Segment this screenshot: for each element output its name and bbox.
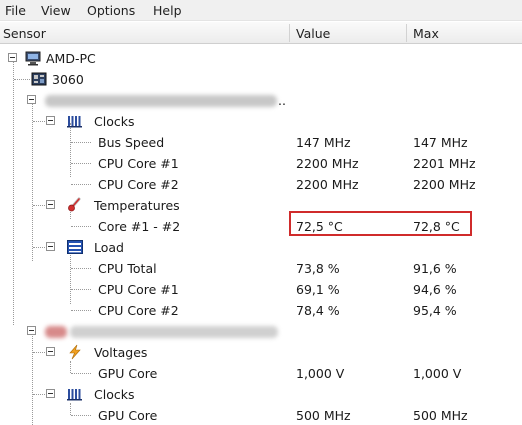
- node-label: Clocks: [94, 114, 135, 129]
- tree-node-gpu-clocks[interactable]: Clocks: [0, 384, 522, 405]
- tree-branch-line: [71, 184, 91, 185]
- column-divider[interactable]: [406, 24, 407, 42]
- node-label: Temperatures: [94, 198, 180, 213]
- temperature-highlight-box: [289, 211, 472, 236]
- sensor-row[interactable]: CPU Core #1 69,1 % 94,6 %: [0, 279, 522, 300]
- column-sensor[interactable]: Sensor: [3, 26, 46, 41]
- sensor-max: 147 MHz: [413, 135, 468, 150]
- tree-branch-line: [33, 205, 45, 206]
- tree-branch-line: [33, 247, 45, 248]
- sensor-row[interactable]: CPU Core #2 2200 MHz 2200 MHz: [0, 174, 522, 195]
- sensor-max: 1,000 V: [413, 366, 462, 381]
- sensor-value: 2200 MHz: [296, 177, 359, 192]
- sensor-value: 2200 MHz: [296, 156, 359, 171]
- tree-branch-line: [33, 121, 45, 122]
- tree-node-voltages[interactable]: Voltages: [0, 342, 522, 363]
- sensor-row[interactable]: CPU Core #2 78,4 % 95,4 %: [0, 300, 522, 321]
- clock-bars-icon: [67, 386, 83, 402]
- lightning-icon: [67, 344, 83, 360]
- sensor-row[interactable]: CPU Core #1 2200 MHz 2201 MHz: [0, 153, 522, 174]
- tree-node-load[interactable]: Load: [0, 237, 522, 258]
- tree-branch-line: [71, 415, 91, 416]
- sensor-row[interactable]: GPU Core 1,000 V 1,000 V: [0, 363, 522, 384]
- tree-branch-line: [71, 163, 91, 164]
- collapse-toggle[interactable]: [27, 95, 36, 104]
- tree-node-cpu-clocks[interactable]: Clocks: [0, 111, 522, 132]
- sensor-label: CPU Core #2: [98, 177, 179, 192]
- sensor-value: 147 MHz: [296, 135, 351, 150]
- sensor-row[interactable]: GPU Core 500 MHz 500 MHz: [0, 405, 522, 425]
- sensor-label: Bus Speed: [98, 135, 165, 150]
- motherboard-icon: [31, 71, 47, 87]
- sensor-max: 91,6 %: [413, 261, 457, 276]
- redacted-icon: [45, 326, 67, 338]
- tree-branch-line: [71, 226, 91, 227]
- node-label: Load: [94, 240, 124, 255]
- column-max[interactable]: Max: [413, 26, 439, 41]
- tree-branch-line: [71, 268, 91, 269]
- tree-branch-line: [33, 352, 45, 353]
- sensor-value: 500 MHz: [296, 408, 351, 423]
- tree-node-gpu[interactable]: [0, 321, 522, 342]
- sensor-max: 2200 MHz: [413, 177, 476, 192]
- sensor-max: 94,6 %: [413, 282, 457, 297]
- sensor-max: 500 MHz: [413, 408, 468, 423]
- load-bars-icon: [67, 239, 83, 255]
- sensor-label: CPU Core #1: [98, 156, 179, 171]
- sensor-max: 95,4 %: [413, 303, 457, 318]
- node-label-suffix: ..: [278, 93, 286, 108]
- sensor-value: 69,1 %: [296, 282, 340, 297]
- tree-node-computer[interactable]: AMD-PC: [0, 48, 522, 69]
- collapse-toggle[interactable]: [46, 116, 55, 125]
- sensor-value: 1,000 V: [296, 366, 345, 381]
- sensor-row[interactable]: CPU Total 73,8 % 91,6 %: [0, 258, 522, 279]
- sensor-label: GPU Core: [98, 366, 158, 381]
- redacted-label: [70, 326, 278, 338]
- menu-options[interactable]: Options: [87, 3, 135, 18]
- tree-branch-line: [71, 373, 91, 374]
- collapse-toggle[interactable]: [27, 326, 36, 335]
- redacted-label: [45, 95, 277, 107]
- sensor-label: CPU Core #2: [98, 303, 179, 318]
- menu-bar: File View Options Help: [0, 0, 522, 21]
- sensor-label: CPU Total: [98, 261, 157, 276]
- collapse-toggle[interactable]: [46, 242, 55, 251]
- sensor-label: Core #1 - #2: [98, 219, 181, 234]
- sensor-value: 73,8 %: [296, 261, 340, 276]
- node-label: Clocks: [94, 387, 135, 402]
- tree-branch-line: [71, 289, 91, 290]
- node-label: Voltages: [94, 345, 148, 360]
- sensor-max: 2201 MHz: [413, 156, 476, 171]
- sensor-label: GPU Core: [98, 408, 158, 423]
- column-divider[interactable]: [289, 24, 290, 42]
- collapse-toggle[interactable]: [46, 389, 55, 398]
- menu-help[interactable]: Help: [153, 3, 182, 18]
- tree-node-cpu[interactable]: ..: [0, 90, 522, 111]
- sensor-row[interactable]: Bus Speed 147 MHz 147 MHz: [0, 132, 522, 153]
- collapse-toggle[interactable]: [46, 347, 55, 356]
- collapse-toggle[interactable]: [8, 53, 17, 62]
- tree-branch-line: [71, 142, 91, 143]
- tree-branch-line: [33, 394, 45, 395]
- tree-branch-line: [71, 310, 91, 311]
- menu-file[interactable]: File: [5, 3, 26, 18]
- column-header: Sensor Value Max: [0, 22, 522, 44]
- clock-bars-icon: [67, 113, 83, 129]
- node-label: AMD-PC: [46, 51, 96, 66]
- tree-branch-line: [14, 79, 30, 80]
- collapse-toggle[interactable]: [46, 200, 55, 209]
- computer-icon: [25, 50, 41, 66]
- column-value[interactable]: Value: [296, 26, 330, 41]
- sensor-value: 78,4 %: [296, 303, 340, 318]
- sensor-label: CPU Core #1: [98, 282, 179, 297]
- thermometer-icon: [67, 197, 83, 213]
- menu-view[interactable]: View: [41, 3, 71, 18]
- tree-node-mainboard[interactable]: 3060: [0, 69, 522, 90]
- node-label: 3060: [52, 72, 84, 87]
